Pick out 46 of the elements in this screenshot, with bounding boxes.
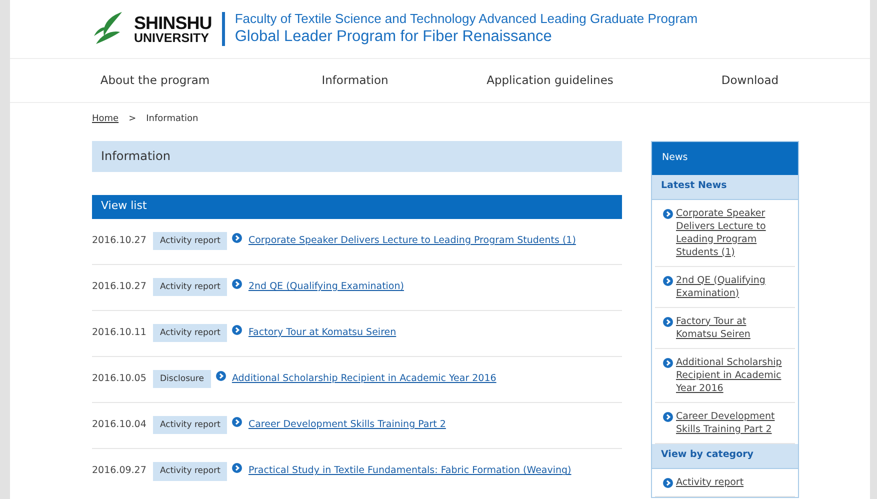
- news-date: 2016.10.27: [92, 280, 148, 294]
- sidebar-news-link[interactable]: Additional Scholarship Recipient in Academic Year 2016: [676, 356, 787, 394]
- sidebar-news-link[interactable]: Career Development Skills Training Part 2: [676, 410, 787, 436]
- circle-arrow-icon: [663, 316, 673, 326]
- category-tag: Activity report: [153, 232, 228, 250]
- news-link[interactable]: Factory Tour at Komatsu Seiren: [248, 326, 396, 340]
- category-tag: Activity report: [153, 324, 228, 342]
- sidebar-news-link[interactable]: Activity report: [676, 476, 744, 488]
- breadcrumb-current: Information: [146, 113, 198, 126]
- news-date: 2016.10.27: [92, 234, 148, 248]
- circle-arrow-icon: [663, 412, 673, 422]
- news-link[interactable]: 2nd QE (Qualifying Examination): [248, 280, 404, 294]
- logo-wordmark: SHINSHU: [134, 14, 212, 32]
- news-date: 2016.10.04: [92, 418, 148, 432]
- category-tag: Activity report: [153, 462, 228, 481]
- header-title: Global Leader Program for Fiber Renaissance: [234, 27, 553, 47]
- breadcrumb-separator: >: [128, 113, 136, 126]
- news-link[interactable]: Career Development Skills Training Part 2: [248, 418, 446, 432]
- circle-arrow-icon: [663, 478, 673, 488]
- news-date: 2016.09.27: [92, 464, 148, 478]
- news-date: 2016.10.11: [92, 326, 148, 340]
- logo-subword: UNIVERSITY: [134, 32, 210, 44]
- category-tag: Activity report: [153, 416, 228, 434]
- nav-link[interactable]: Download: [690, 72, 810, 90]
- circle-arrow-icon: [663, 208, 673, 218]
- sidebar-title: News: [652, 142, 798, 174]
- circle-arrow-icon: [663, 276, 673, 286]
- nav-link[interactable]: Information: [300, 72, 410, 90]
- header-subtitle: Faculty of Textile Science and Technology Advanced Leading Graduate Program: [234, 11, 698, 28]
- nav-link[interactable]: About the program: [10, 72, 300, 90]
- category-tag: Disclosure: [153, 370, 211, 388]
- news-link[interactable]: Additional Scholarship Recipient in Academic Year 2016: [232, 372, 496, 386]
- sidebar-news-link[interactable]: Factory Tour at Komatsu Seiren: [676, 314, 787, 340]
- nav-link[interactable]: Application guidelines: [410, 72, 690, 90]
- page-title: Information: [92, 140, 622, 172]
- circle-arrow-icon: [663, 358, 673, 368]
- breadcrumb-link[interactable]: Home: [92, 113, 119, 126]
- sidebar-news-link[interactable]: Corporate Speaker Delivers Lecture to Leading Program Students (1): [676, 206, 787, 258]
- sidebar-section-heading: View by category: [652, 444, 798, 468]
- category-tag: Activity report: [153, 278, 228, 296]
- news-link[interactable]: Practical Study in Textile Fundamentals: Fabric Formation (Weaving): [248, 464, 572, 479]
- sidebar-news-link[interactable]: 2nd QE (Qualifying Examination): [676, 274, 787, 300]
- sidebar-section-heading: Latest News: [652, 174, 798, 200]
- list-heading: View list: [92, 194, 622, 218]
- news-link[interactable]: Corporate Speaker Delivers Lecture to Leading Program Students (1): [248, 234, 576, 248]
- news-date: 2016.10.05: [92, 372, 148, 386]
